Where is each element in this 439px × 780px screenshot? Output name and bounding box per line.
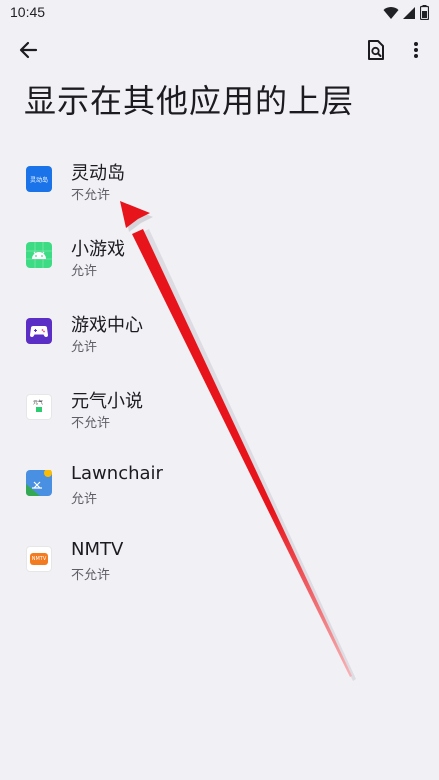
arrow-back-icon	[18, 40, 38, 64]
app-list-item[interactable]: 元气 元气小说 不允许	[0, 378, 439, 454]
search-page-icon	[367, 40, 385, 64]
status-bar: 10:45	[0, 0, 439, 26]
app-list-item[interactable]: 游戏中心 允许	[0, 302, 439, 378]
app-name: Lawnchair	[71, 463, 163, 484]
app-list-item[interactable]: NMTV NMTV 不允许	[0, 530, 439, 606]
android-app-icon	[26, 242, 52, 268]
app-name: 游戏中心	[71, 315, 143, 336]
app-permission-status: 不允许	[71, 416, 111, 431]
app-permission-status: 允许	[71, 340, 98, 355]
app-name: 小游戏	[71, 239, 125, 260]
wifi-icon	[383, 6, 399, 20]
gamepad-app-icon	[26, 318, 52, 344]
app-icon-label: 灵动岛	[29, 176, 48, 184]
top-app-bar	[0, 30, 439, 74]
app-list-item[interactable]: Lawnchair 允许	[0, 454, 439, 530]
search-button[interactable]	[360, 36, 392, 68]
app-list-item[interactable]: 灵动岛 灵动岛 不允许	[0, 150, 439, 226]
app-permission-status: 允许	[71, 264, 98, 279]
app-name: NMTV	[71, 539, 124, 560]
battery-icon	[420, 5, 429, 20]
more-options-button[interactable]	[402, 36, 430, 68]
nmtv-app-icon: NMTV	[26, 546, 52, 572]
app-list: 灵动岛 灵动岛 不允许 小游戏 允许 游戏中心 允许 元气 元气小说 不允许 L…	[0, 150, 439, 606]
app-icon-label: NMTV	[29, 553, 49, 565]
more-vertical-icon	[413, 41, 419, 63]
page-title: 显示在其他应用的上层	[24, 82, 355, 120]
app-permission-status: 不允许	[71, 188, 111, 203]
app-list-item[interactable]: 小游戏 允许	[0, 226, 439, 302]
dynamic-island-app-icon: 灵动岛	[26, 166, 52, 192]
signal-icon	[403, 6, 416, 20]
app-permission-status: 不允许	[71, 568, 111, 583]
status-time: 10:45	[10, 4, 46, 20]
app-name: 元气小说	[71, 391, 143, 412]
back-button[interactable]	[12, 36, 44, 68]
status-icons	[383, 5, 429, 20]
app-name: 灵动岛	[71, 163, 125, 184]
novel-app-icon: 元气	[26, 394, 52, 420]
lawnchair-app-icon	[26, 469, 52, 496]
app-permission-status: 允许	[71, 492, 98, 507]
